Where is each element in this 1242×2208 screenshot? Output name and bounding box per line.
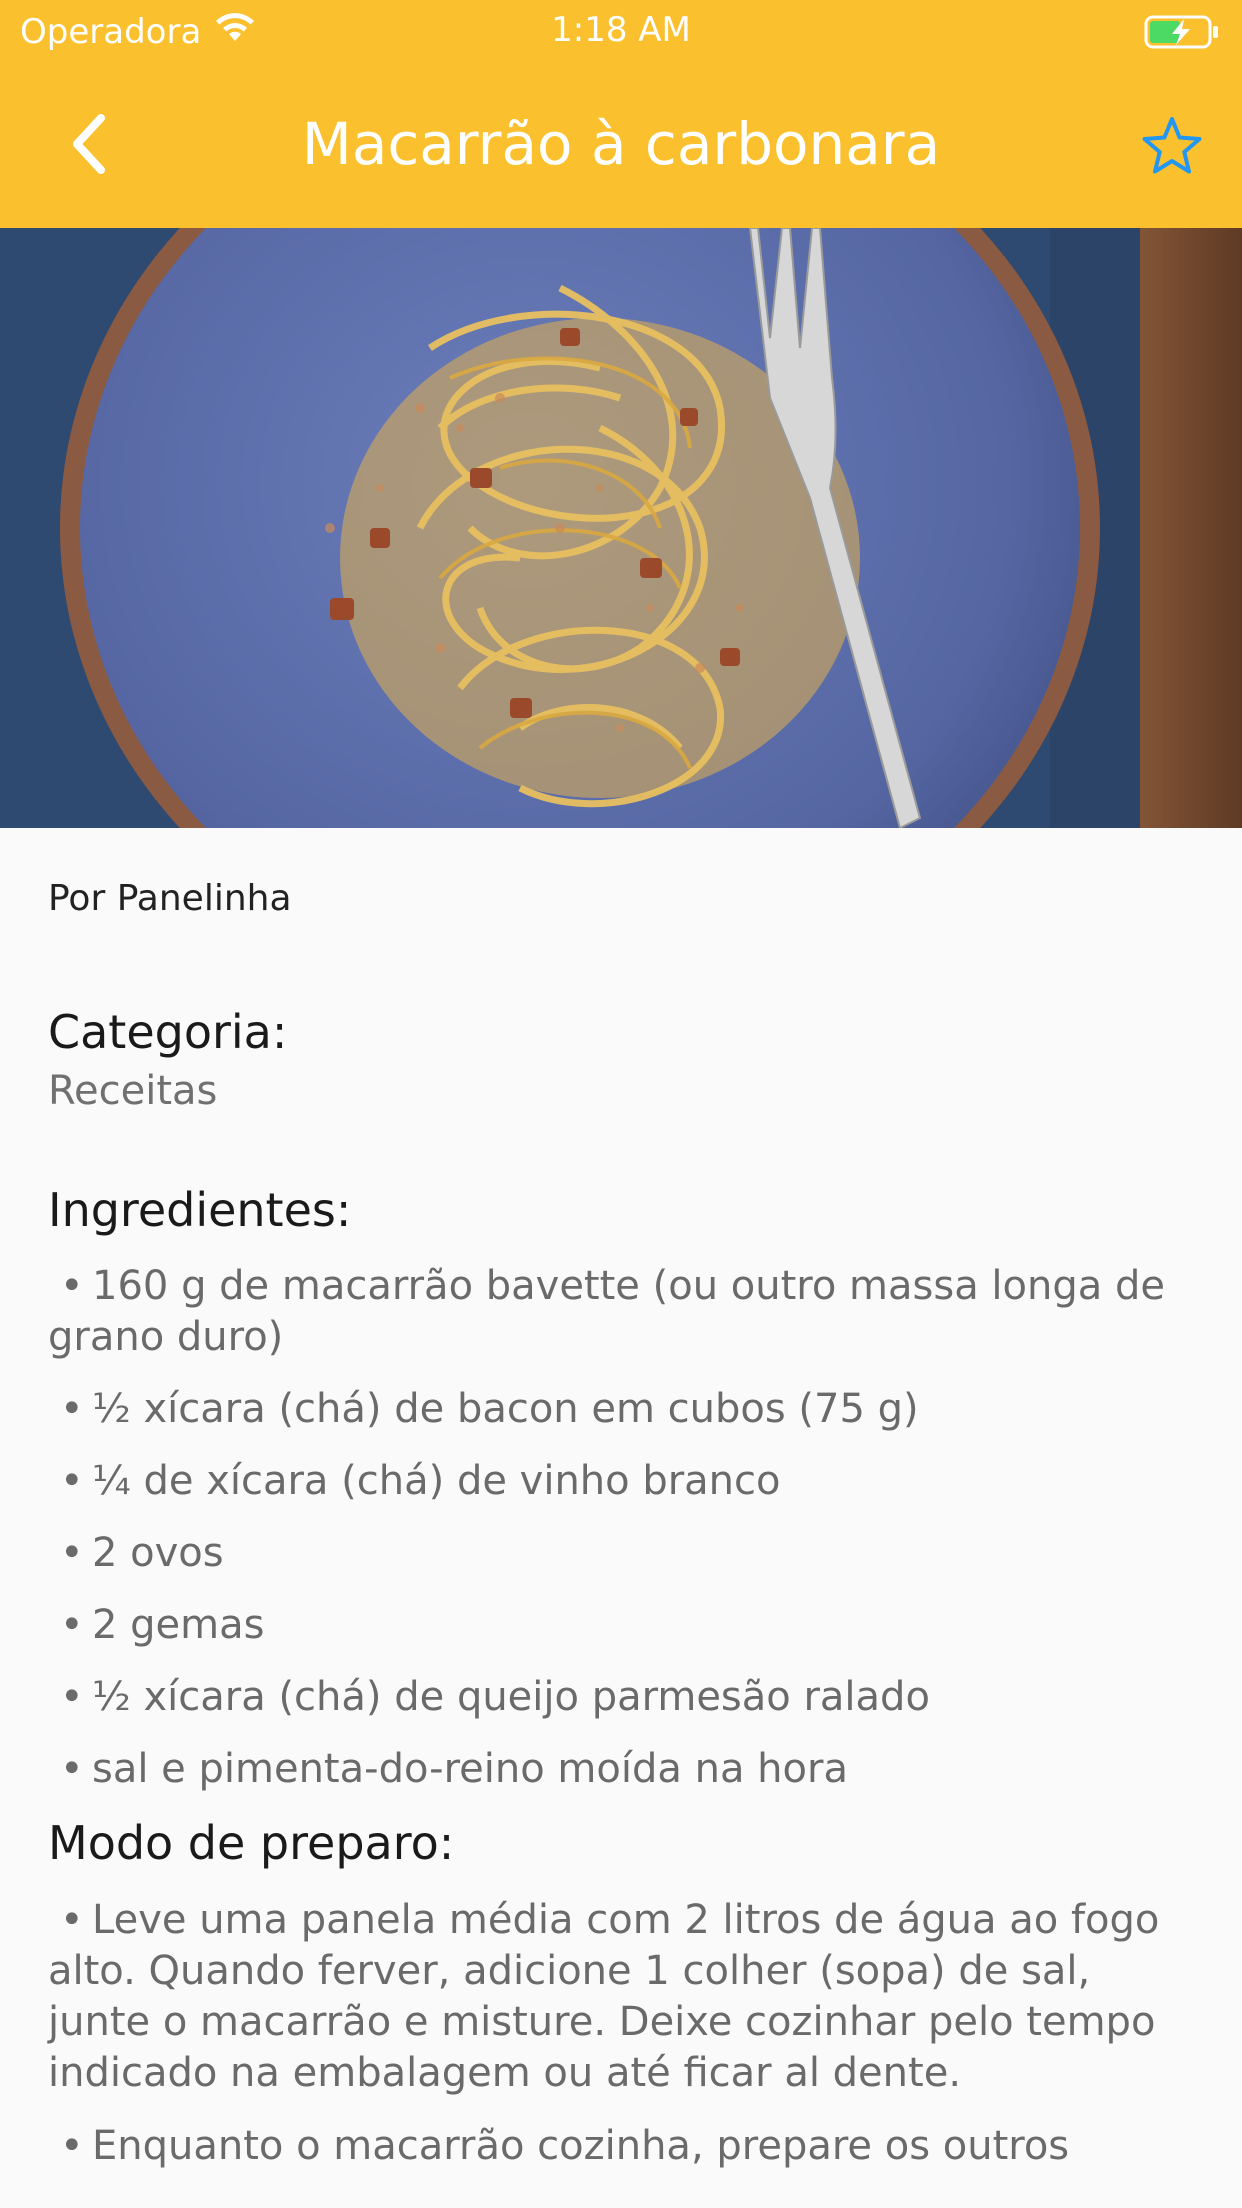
category-heading: Categoria: [48,1005,288,1059]
ingredients-heading: Ingredientes: [48,1183,352,1237]
favorite-button[interactable] [1132,106,1212,186]
ingredient-item: • ¼ de xícara (chá) de vinho branco [48,1456,1194,1507]
ingredient-item: • 2 gemas [48,1600,1194,1651]
back-button[interactable] [48,100,128,188]
ingredient-text: 2 gemas [92,1602,265,1648]
recipe-image [0,228,1242,828]
recipe-author: Por Panelinha [48,878,292,919]
preparation-heading: Modo de preparo: [48,1816,455,1870]
ingredient-item: • 2 ovos [48,1528,1194,1579]
recipe-details: Por Panelinha Categoria: Receitas Ingred… [48,828,1194,2172]
ingredients-list: • 160 g de macarrão bavette (ou outro mas… [48,1261,1194,1795]
status-bar: Operadora 1:18 AM [0,0,1242,62]
bullet: • [60,1746,84,1792]
ingredient-text: ½ xícara (chá) de bacon em cubos (75 g) [92,1386,919,1432]
star-outline-icon [1142,117,1202,174]
preparation-steps: • Leve uma panela média com 2 litros de á… [48,1895,1194,2172]
ingredient-text: ½ xícara (chá) de queijo parmesão ralado [92,1674,930,1720]
bullet: • [60,1458,84,1504]
ingredient-text: sal e pimenta-do-reino moída na hora [92,1746,848,1792]
bullet: • [60,1263,84,1309]
app-bar: Operadora 1:18 AM Macarrão à carbonara [0,0,1242,228]
bullet: • [60,2123,84,2169]
status-time: 1:18 AM [551,10,691,50]
bullet: • [60,1897,84,1943]
ingredient-text: 2 ovos [92,1530,224,1576]
ingredient-item: • 160 g de macarrão bavette (ou outro mas… [48,1261,1194,1363]
battery-charging-icon [1144,14,1220,59]
bullet: • [60,1674,84,1720]
ingredient-text: 160 g de macarrão bavette (ou outro mass… [48,1263,1165,1360]
step-text: Enquanto o macarrão cozinha, prepare os … [92,2123,1070,2169]
bullet: • [60,1530,84,1576]
chevron-left-icon [73,114,105,174]
ingredient-item: • sal e pimenta-do-reino moída na hora [48,1744,1194,1795]
page-title: Macarrão à carbonara [301,110,941,178]
ingredient-item: • ½ xícara (chá) de queijo parmesão ralad… [48,1672,1194,1723]
bullet: • [60,1386,84,1432]
ingredient-text: ¼ de xícara (chá) de vinho branco [92,1458,781,1504]
step-item: • Leve uma panela média com 2 litros de á… [48,1895,1194,2099]
bullet: • [60,1602,84,1648]
ingredient-item: • ½ xícara (chá) de bacon em cubos (75 g) [48,1384,1194,1435]
category-value: Receitas [48,1068,218,1114]
step-text: Leve uma panela média com 2 litros de ág… [48,1897,1160,2096]
step-item: • Enquanto o macarrão cozinha, prepare os… [48,2121,1194,2172]
